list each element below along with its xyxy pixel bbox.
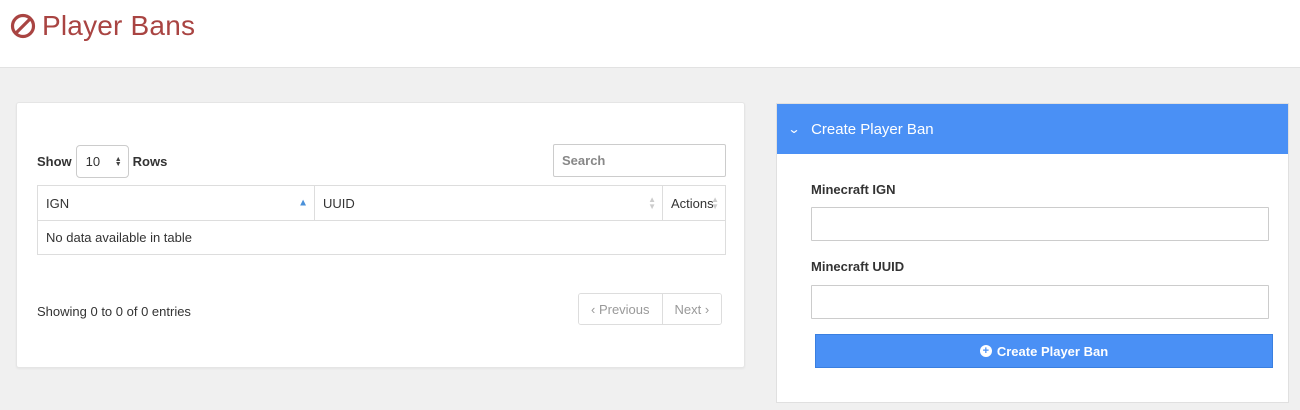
ign-input[interactable] (811, 207, 1269, 241)
column-header-label: UUID (323, 195, 355, 211)
length-prefix-label: Show (37, 154, 72, 169)
previous-page-button[interactable]: ‹ Previous (579, 294, 662, 324)
column-header-label: Actions (671, 195, 714, 211)
column-header-ign[interactable]: IGN ▲ (37, 185, 315, 221)
create-button-label: Create Player Ban (996, 343, 1109, 359)
column-header-uuid[interactable]: UUID ▲ ▼ (314, 185, 663, 221)
top-bar: Player Bans (0, 0, 1300, 68)
select-stepper-icon: ▲ ▼ (114, 155, 122, 168)
create-ban-panel: ⌄ Create Player Ban Minecraft IGN Minecr… (776, 103, 1289, 403)
sort-both-icon: ▲ ▼ (648, 195, 656, 211)
page-title: Player Bans (10, 10, 195, 42)
table-row: No data available in table (38, 221, 726, 255)
column-header-actions[interactable]: Actions ▲ ▼ (662, 185, 726, 221)
uuid-field-label: Minecraft UUID (811, 259, 905, 274)
chevron-down-icon: ⌄ (787, 122, 801, 136)
ban-icon (10, 13, 36, 39)
page-length-select[interactable]: 10 ▲ ▼ (75, 145, 129, 178)
ign-field-label: Minecraft IGN (811, 182, 896, 197)
table-header-row: IGN ▲ UUID ▲ ▼ Actions ▲ ▼ (37, 185, 726, 221)
uuid-input[interactable] (811, 285, 1269, 319)
page-length-control: Show 10 ▲ ▼ Rows (37, 145, 167, 178)
length-suffix-label: Rows (132, 154, 168, 169)
create-player-ban-button[interactable]: + Create Player Ban (815, 334, 1273, 368)
create-ban-panel-header[interactable]: ⌄ Create Player Ban (777, 104, 1288, 154)
plus-circle-icon: + (979, 345, 992, 357)
sort-asc-icon: ▲ (298, 197, 308, 209)
page-length-value: 10 (85, 154, 101, 169)
next-page-button[interactable]: Next › (661, 294, 722, 324)
sort-both-icon: ▲ ▼ (711, 195, 719, 211)
column-header-label: IGN (46, 195, 70, 211)
empty-table-message: No data available in table (46, 230, 192, 245)
pagination: ‹ Previous Next › (578, 293, 723, 325)
search-input[interactable] (553, 144, 726, 177)
page-title-text: Player Bans (42, 10, 196, 41)
bans-table: IGN ▲ UUID ▲ ▼ Actions ▲ ▼ No data availab… (37, 185, 726, 255)
table-info: Showing 0 to 0 of 0 entries (37, 304, 191, 319)
bans-table-panel: Show 10 ▲▼ Rows IGN ▲ UUID ▲▼ Actions ▲▼ (16, 102, 745, 368)
panel-header-title: Create Player Ban (811, 120, 934, 138)
